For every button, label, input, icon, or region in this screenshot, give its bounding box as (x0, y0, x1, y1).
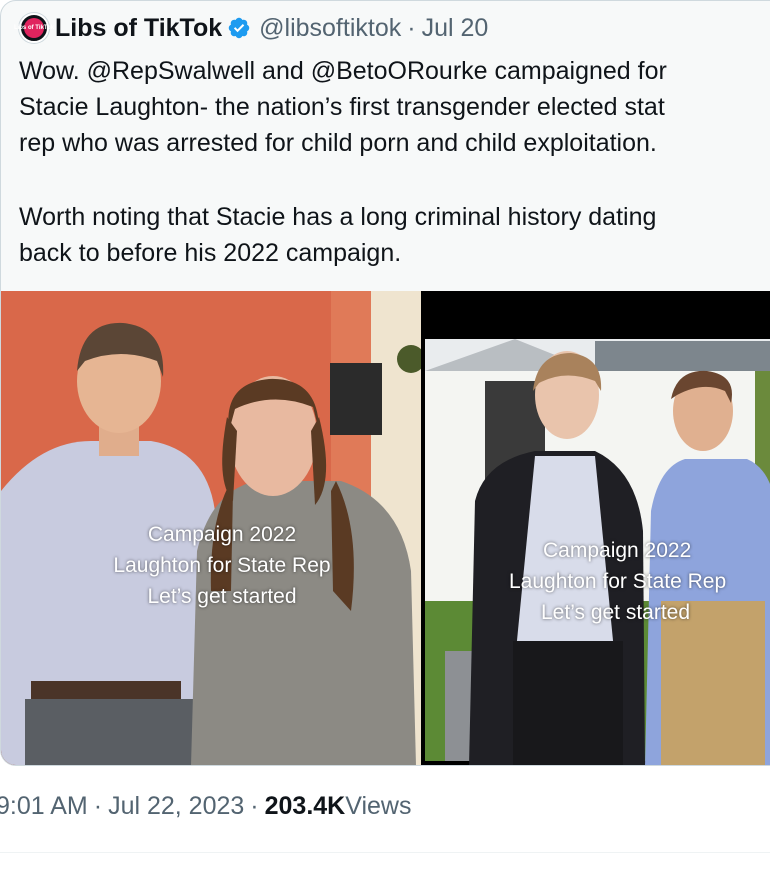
quoted-tweet-date[interactable]: Jul 20 (422, 14, 489, 43)
caption-line: Laughton for State Rep (113, 554, 331, 577)
author-name[interactable]: Libs of TikTok (55, 14, 222, 43)
tweet-text-line: rep who was arrested for child porn and … (19, 129, 657, 157)
metadata-separator: · (250, 792, 259, 820)
verified-badge-icon (228, 17, 250, 39)
header-separator: · (407, 13, 416, 42)
photo-right-caption: Campaign 2022 Laughton for State Rep Let… (487, 535, 770, 628)
metadata-separator: · (93, 792, 103, 820)
caption-line: Laughton for State Rep (509, 570, 727, 593)
caption-line: Campaign 2022 (147, 523, 297, 546)
tweet-metadata: 9:01 AM · Jul 22, 2023 · 203.4K Views (0, 792, 411, 821)
caption-line: Campaign 2022 (543, 539, 692, 562)
author-handle[interactable]: @libsoftiktok (259, 14, 401, 43)
avatar[interactable]: Libs of TikTok (14, 13, 54, 43)
quoted-tweet-card[interactable]: Libs of TikTok Libs of TikTok @libsoftik… (0, 0, 770, 766)
media-grid: Campaign 2022 Laughton for State Rep Let… (1, 291, 770, 765)
tweet-date[interactable]: Jul 22, 2023 (108, 792, 244, 821)
avatar-logo: Libs of TikTok (14, 18, 54, 38)
divider (0, 852, 770, 853)
quoted-tweet-header: Libs of TikTok Libs of TikTok @libsoftik… (14, 13, 489, 43)
photo-left[interactable]: Campaign 2022 Laughton for State Rep Let… (1, 291, 421, 765)
tweet-time[interactable]: 9:01 AM (0, 792, 88, 821)
tweet-text-line: Wow. @RepSwalwell and @BetoORourke campa… (19, 57, 667, 85)
photo-right-image (425, 291, 770, 765)
tweet-text-line: back to before his 2022 campaign. (19, 239, 402, 267)
quoted-tweet-text: Wow. @RepSwalwell and @BetoORourke campa… (19, 53, 770, 271)
views-label: Views (345, 792, 412, 820)
photo-right[interactable]: Campaign 2022 Laughton for State Rep Let… (425, 291, 770, 765)
tweet-text-line: Stacie Laughton- the nation’s first tran… (19, 93, 665, 121)
caption-line: Let’s get started (147, 585, 297, 608)
tweet-text-line: Worth noting that Stacie has a long crim… (19, 203, 657, 231)
photo-left-caption: Campaign 2022 Laughton for State Rep Let… (63, 519, 381, 612)
caption-line: Let’s get started (541, 601, 691, 624)
views-count: 203.4K (264, 792, 346, 820)
